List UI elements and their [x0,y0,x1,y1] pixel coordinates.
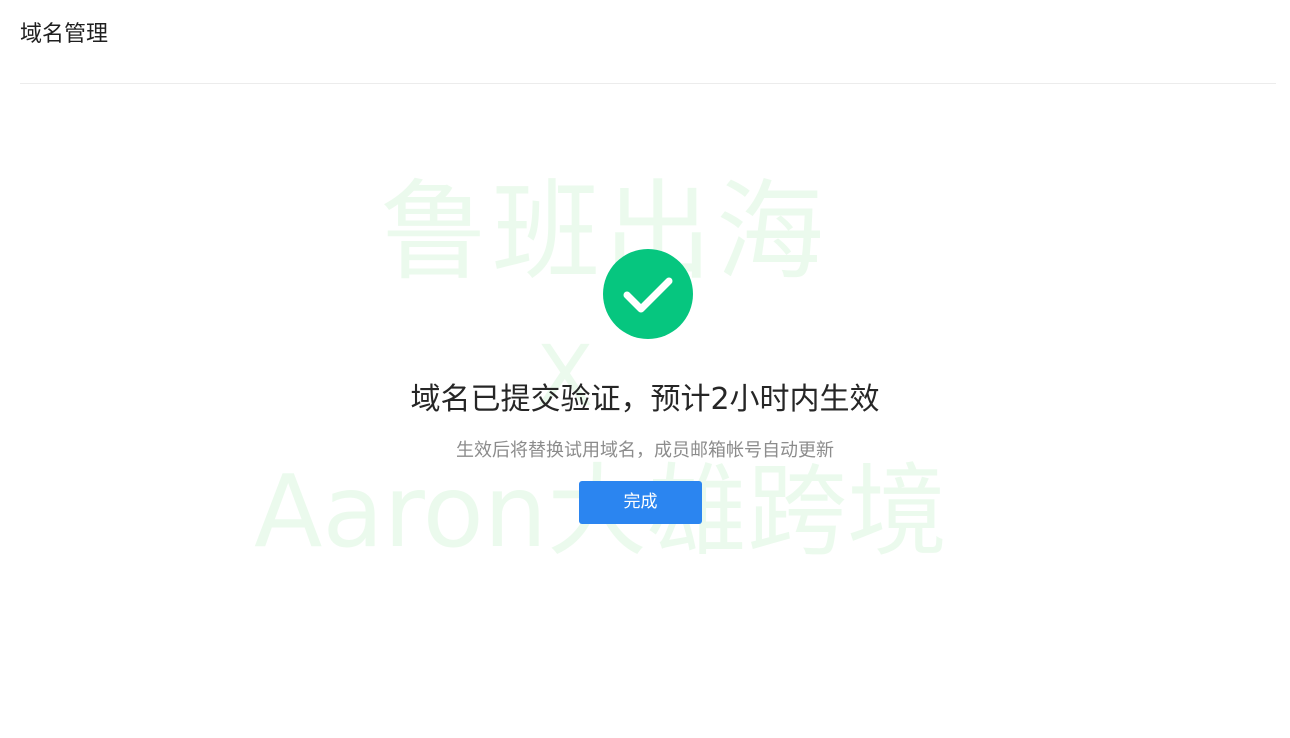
check-mark-icon [623,277,673,313]
page-header: 域名管理 [20,0,1276,84]
page-title: 域名管理 [20,22,109,47]
success-check-icon [603,249,693,339]
done-button[interactable]: 完成 [579,481,702,524]
domain-management-page: 域名管理 鲁班出海 X Aaron大雄跨境 域名已提交验证，预计2小时内生效 生… [0,0,1290,738]
result-subtitle: 生效后将替换试用域名，成员邮箱帐号自动更新 [456,440,834,461]
result-title: 域名已提交验证，预计2小时内生效 [410,382,880,417]
